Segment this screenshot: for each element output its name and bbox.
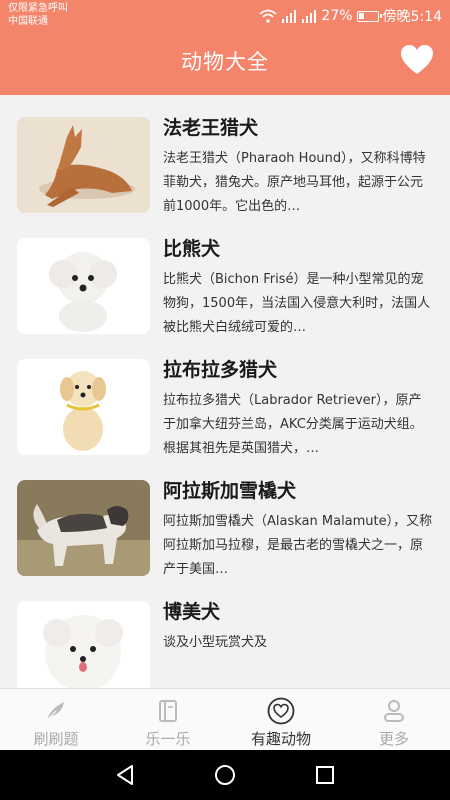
heart-icon[interactable] [400, 44, 434, 76]
carrier-line1: 仅限紧急呼叫 [8, 3, 68, 14]
tab-label: 更多 [378, 730, 409, 748]
list-item[interactable]: 法老王猎犬 法老王猎犬（Pharaoh Hound），又称科博特菲勒犬，猎兔犬。… [0, 95, 450, 215]
tab-animals[interactable]: 有趣动物 [225, 689, 337, 751]
tab-fun[interactable]: 乐一乐 [112, 689, 224, 751]
carrier-info: 仅限紧急呼叫 中国联通 [8, 2, 68, 28]
animal-thumbnail [17, 480, 150, 576]
back-icon[interactable] [113, 763, 137, 787]
feather-icon [46, 702, 64, 721]
animal-name: 法老王猎犬 [163, 117, 259, 139]
animal-name: 拉布拉多猎犬 [163, 359, 278, 381]
animal-thumbnail [17, 601, 150, 688]
system-nav-bar [0, 750, 450, 800]
animal-description: 法老王猎犬（Pharaoh Hound），又称科博特菲勒犬，猎兔犬。原产地马耳他… [163, 151, 426, 214]
person-icon [384, 700, 404, 722]
tab-label: 有趣动物 [250, 730, 311, 748]
recents-icon[interactable] [313, 763, 337, 787]
animal-description: 阿拉斯加雪橇犬（Alaskan Malamute），又称阿拉斯加马拉穆，是最古老… [163, 514, 433, 577]
status-indicators: 27% 傍晚5:14 [259, 6, 442, 26]
status-bar: 仅限紧急呼叫 中国联通 27% 傍晚5:14 [0, 0, 450, 32]
list-item[interactable]: 拉布拉多猎犬 拉布拉多猎犬（Labrador Retriever），原产于加拿大… [0, 337, 450, 457]
battery-icon [356, 10, 382, 22]
animal-name: 博美犬 [163, 601, 221, 623]
heart-circle-icon [267, 697, 295, 725]
page-title: 动物大全 [181, 50, 269, 74]
tab-more[interactable]: 更多 [338, 689, 450, 751]
book-icon [159, 700, 177, 722]
animal-description: 谈及小型玩赏犬及 [163, 635, 268, 650]
signal-4g-icon [302, 10, 317, 23]
tab-label: 乐一乐 [145, 730, 191, 748]
animal-description: 拉布拉多猎犬（Labrador Retriever），原产于加拿大纽芬兰岛，AK… [163, 393, 423, 456]
animal-list: 法老王猎犬 法老王猎犬（Pharaoh Hound），又称科博特菲勒犬，猎兔犬。… [0, 95, 450, 688]
list-item[interactable]: 阿拉斯加雪橇犬 阿拉斯加雪橇犬（Alaskan Malamute），又称阿拉斯加… [0, 458, 450, 578]
animal-thumbnail [17, 238, 150, 334]
bottom-tab-bar: 刷刷题 乐一乐 有趣动物 更多 [0, 688, 450, 750]
tab-label: 刷刷题 [33, 730, 79, 748]
animal-name: 比熊犬 [163, 238, 221, 260]
battery-percent: 27% [321, 8, 353, 24]
animal-thumbnail [17, 359, 150, 455]
tab-quiz[interactable]: 刷刷题 [0, 689, 112, 751]
carrier-line2: 中国联通 [8, 16, 48, 27]
app-bar: 动物大全 [0, 32, 450, 95]
animal-description: 比熊犬（Bichon Frisé）是一种小型常见的宠物狗，1500年，当法国入侵… [163, 272, 431, 335]
animal-name: 阿拉斯加雪橇犬 [163, 480, 297, 502]
list-item[interactable]: 比熊犬 比熊犬（Bichon Frisé）是一种小型常见的宠物狗，1500年，当… [0, 216, 450, 336]
list-item[interactable]: 博美犬 谈及小型玩赏犬及 [0, 579, 450, 688]
wifi-icon [259, 9, 278, 23]
home-icon[interactable] [213, 763, 237, 787]
signal-icon [282, 10, 297, 23]
animal-thumbnail [17, 117, 150, 213]
clock: 傍晚5:14 [382, 9, 442, 25]
